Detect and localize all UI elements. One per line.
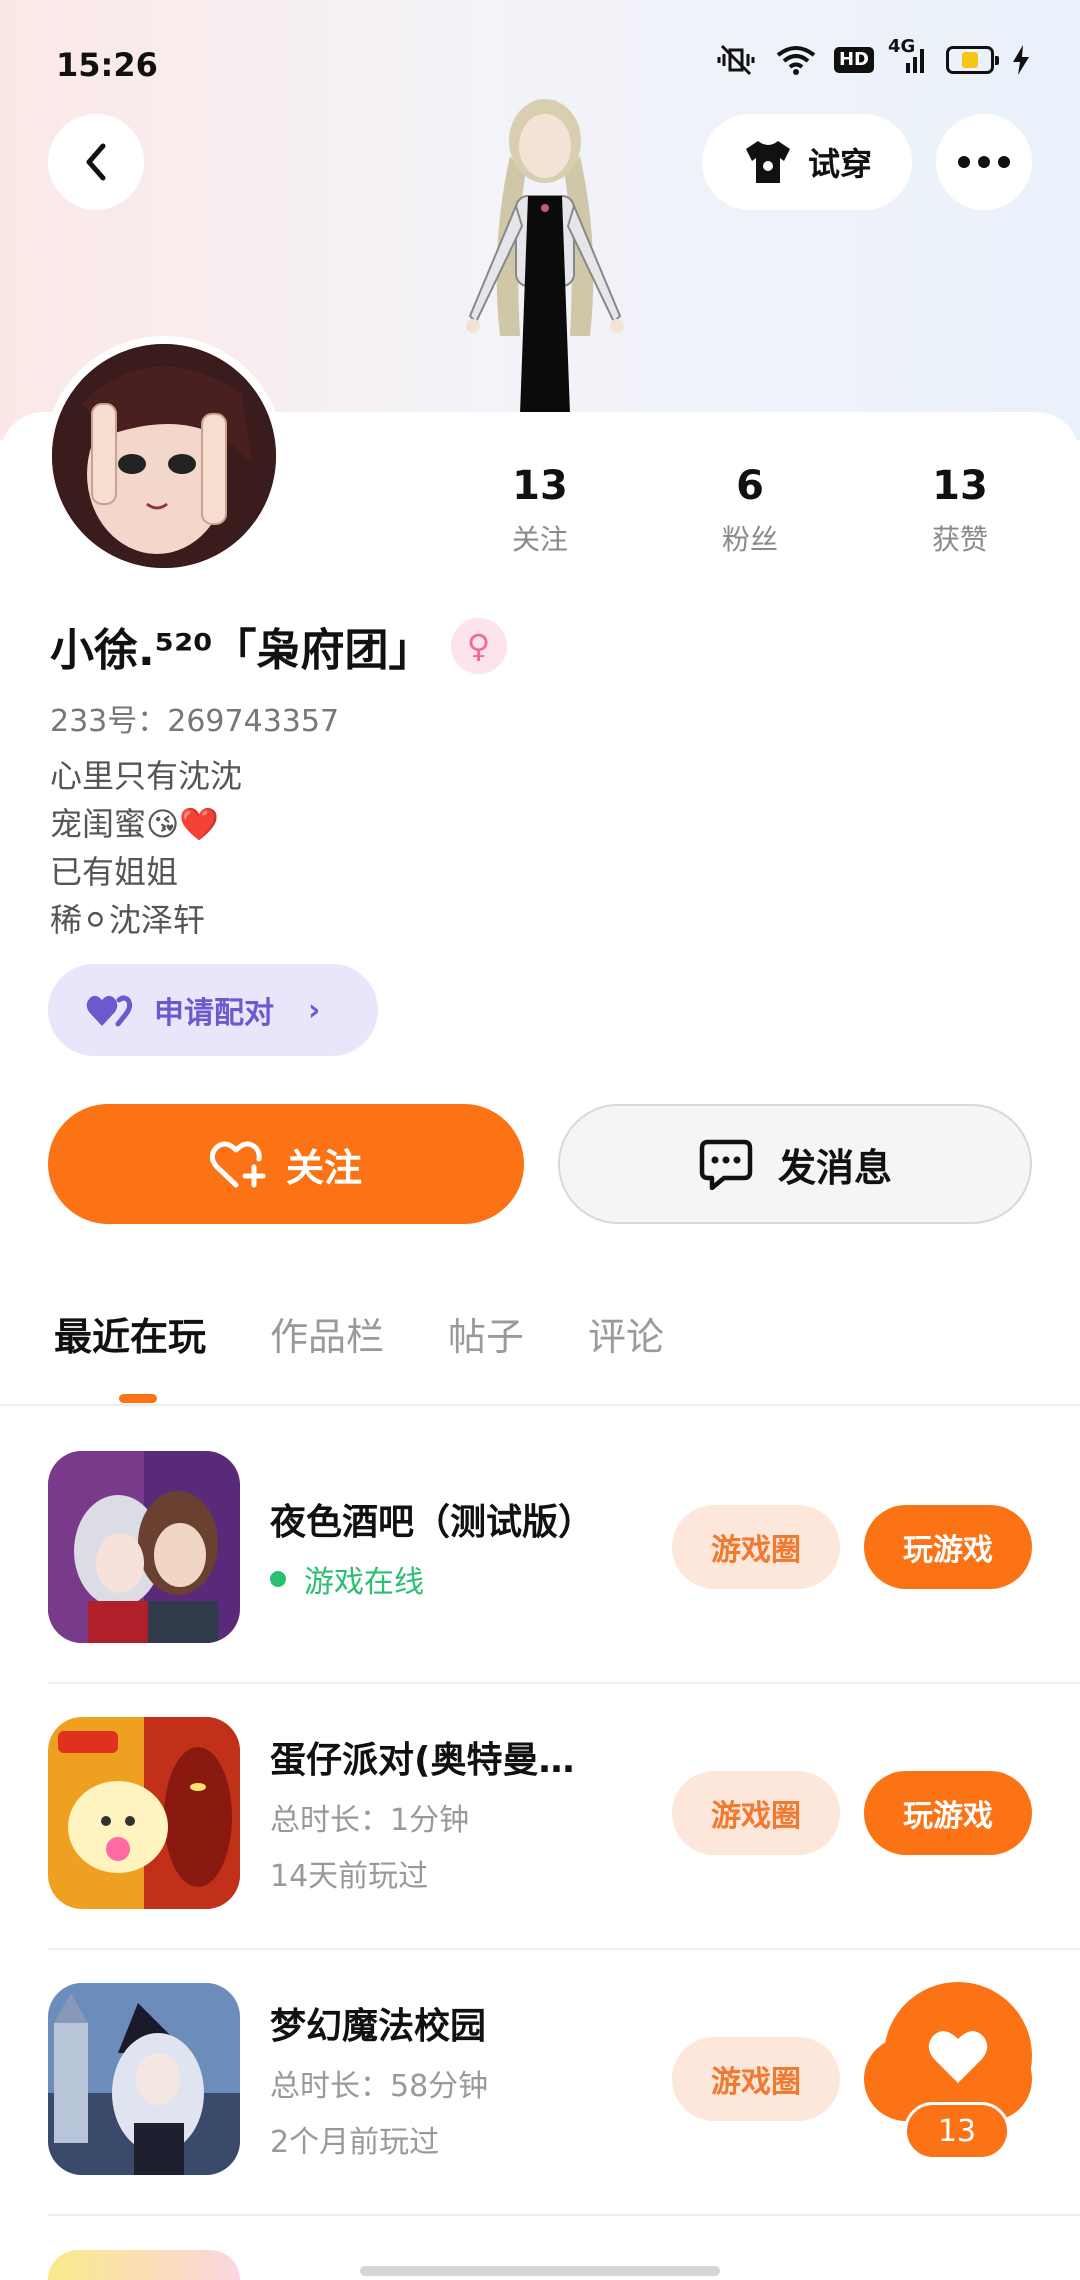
chevron-right-icon: › (308, 992, 321, 1028)
follow-label: 关注 (285, 1145, 362, 1190)
status-icons: HD 4G (714, 38, 1030, 76)
game-circle-button[interactable]: 游戏圈 (672, 2037, 840, 2121)
apply-pair-button[interactable]: 申请配对 › (48, 964, 378, 1056)
heart-icon (928, 2031, 988, 2083)
3d-avatar-figure[interactable] (430, 96, 660, 414)
send-message-label: 发消息 (777, 1145, 892, 1190)
game-online-status: 游戏在线 (270, 1557, 650, 1601)
heart-plus-icon (209, 1141, 266, 1188)
game-row[interactable]: 夜色酒吧（测试版） 游戏在线 游戏圈 玩游戏 (48, 1414, 1032, 1680)
stat-following[interactable]: 13 关注 (460, 462, 620, 558)
female-gender-icon: ♀ (450, 618, 507, 674)
play-game-button[interactable]: 玩游戏 (864, 1771, 1032, 1855)
try-on-label: 试穿 (807, 145, 872, 183)
game-row[interactable]: 梦幻魔法校园 总时长：58分钟 2个月前玩过 游戏圈 玩游戏 (48, 1946, 1032, 2212)
user-id: 233号：269743357 (50, 704, 340, 739)
stat-following-value: 13 (512, 463, 568, 509)
chevron-left-icon (86, 143, 106, 181)
nickname: 小徐.⁵²⁰「枭府团」 (50, 625, 433, 676)
tabs-divider (0, 1404, 1080, 1406)
tab-works[interactable]: 作品栏 (270, 1306, 384, 1361)
game-icon-partial (48, 2250, 240, 2280)
profile-tabs: 最近在玩 作品栏 帖子 评论 (54, 1306, 664, 1361)
game-last-played: 14天前玩过 (270, 1859, 429, 1894)
like-count-badge: 13 (904, 2102, 1010, 2160)
home-indicator[interactable] (360, 2266, 720, 2276)
bio: 心里只有沈沈 宠闺蜜😘❤️ 已有姐姐 稀⚪沈泽轩 (50, 752, 242, 944)
stat-following-label: 关注 (511, 523, 568, 556)
game-circle-button[interactable]: 游戏圈 (672, 1505, 840, 1589)
game-info: 蛋仔派对(奥特曼… 总时长：1分钟 14天前玩过 (270, 1731, 650, 1895)
more-dots-icon (958, 156, 1010, 168)
row-divider (48, 2214, 1080, 2216)
game-row[interactable]: 蛋仔派对(奥特曼… 总时长：1分钟 14天前玩过 游戏圈 玩游戏 (48, 1680, 1032, 1946)
tab-posts[interactable]: 帖子 (448, 1306, 524, 1361)
try-on-button[interactable]: 试穿 (702, 114, 912, 210)
game-icon (48, 1717, 240, 1909)
network-type: 4G (888, 36, 916, 57)
status-time: 15:26 (56, 46, 158, 84)
game-info: 梦幻魔法校园 总时长：58分钟 2个月前玩过 (270, 1997, 650, 2161)
game-duration: 总时长：1分钟 (270, 1803, 470, 1838)
avatar[interactable] (44, 336, 284, 576)
stat-fans-label: 粉丝 (721, 523, 778, 556)
stat-likes-value: 13 (932, 463, 988, 509)
stat-likes-label: 获赞 (931, 523, 988, 556)
battery-icon (946, 46, 999, 74)
tab-recent-played[interactable]: 最近在玩 (54, 1306, 206, 1361)
wifi-icon (776, 44, 816, 76)
game-last-played: 2个月前玩过 (270, 2125, 440, 2160)
apply-pair-label: 申请配对 (154, 996, 274, 1031)
game-icon (48, 1451, 240, 1643)
send-message-button[interactable]: 发消息 (558, 1104, 1032, 1224)
follow-button[interactable]: 关注 (48, 1104, 524, 1224)
chat-bubble-icon (699, 1139, 753, 1190)
online-dot-icon (270, 1571, 286, 1587)
stats-row: 13 关注 6 粉丝 13 获赞 (460, 462, 1040, 558)
bio-line: 稀⚪沈泽轩 (50, 901, 205, 939)
play-game-button[interactable]: 玩游戏 (864, 1505, 1032, 1589)
hd-badge: HD (833, 47, 874, 73)
bio-line: 已有姐姐 (50, 853, 179, 891)
tshirt-icon (745, 141, 790, 183)
charging-icon (1012, 45, 1030, 75)
vibrate-mute-icon (714, 44, 758, 76)
more-options-button[interactable] (936, 114, 1032, 210)
game-title: 梦幻魔法校园 (270, 2006, 487, 2047)
game-duration: 总时长：58分钟 (270, 2069, 489, 2104)
game-online-label: 游戏在线 (304, 1565, 424, 1600)
double-heart-icon (86, 995, 133, 1027)
game-info: 夜色酒吧（测试版） 游戏在线 (270, 1493, 650, 1601)
back-button[interactable] (48, 114, 144, 210)
bio-line: 心里只有沈沈 (50, 757, 243, 795)
battery-level (961, 52, 979, 68)
tab-comments[interactable]: 评论 (588, 1306, 664, 1361)
avatar-image (52, 344, 276, 568)
stat-fans[interactable]: 6 粉丝 (670, 462, 830, 558)
stat-likes[interactable]: 13 获赞 (880, 462, 1040, 558)
cellular-signal-icon: 4G (888, 38, 928, 75)
game-title: 蛋仔派对(奥特曼… (270, 1740, 575, 1781)
game-icon (48, 1983, 240, 2175)
game-circle-button[interactable]: 游戏圈 (672, 1771, 840, 1855)
bio-line: 宠闺蜜😘❤️ (50, 805, 220, 843)
nickname-row: 小徐.⁵²⁰「枭府团」 ♀ (50, 614, 507, 678)
active-tab-indicator (119, 1394, 157, 1403)
stat-fans-value: 6 (736, 463, 764, 509)
game-title: 夜色酒吧（测试版） (270, 1502, 595, 1543)
